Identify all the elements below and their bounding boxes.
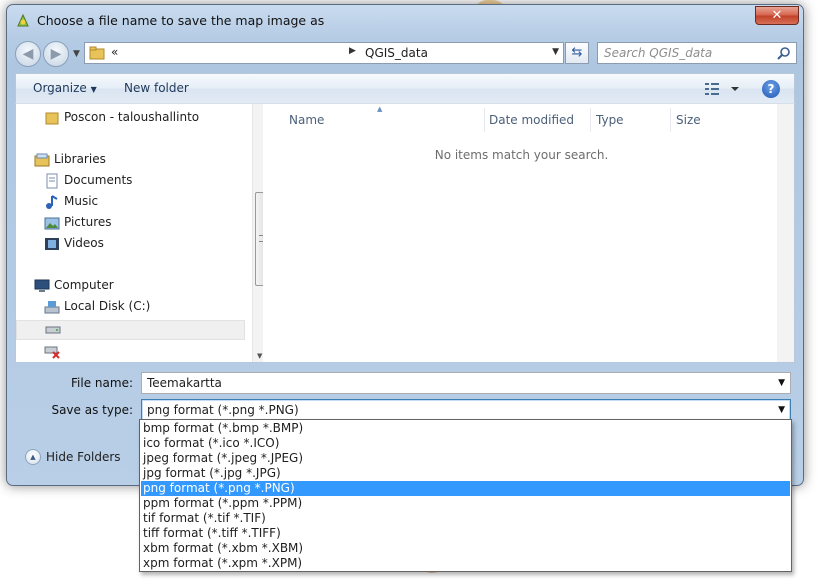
command-bar: Organize ▼ New folder ?: [15, 73, 795, 103]
back-button[interactable]: ◀: [15, 41, 41, 67]
drive-icon: [45, 326, 61, 334]
type-option-bmp[interactable]: bmp format (*.bmp *.BMP): [141, 421, 790, 436]
save-type-select[interactable]: png format (*.png *.PNG) ▼: [141, 399, 791, 421]
address-overflow-chevron[interactable]: «: [111, 45, 118, 59]
pictures-icon: [44, 217, 60, 230]
collapse-up-icon: ▲: [25, 449, 41, 465]
file-list-scrollbar[interactable]: [777, 104, 794, 362]
computer-icon: [34, 279, 50, 292]
breadcrumb-current-folder[interactable]: QGIS_data: [365, 46, 428, 60]
file-name-input[interactable]: Teemakartta ▼: [141, 372, 791, 394]
file-list: ▲ Name Date modified Type Size No items …: [271, 104, 794, 362]
column-header-date-modified[interactable]: Date modified: [489, 113, 574, 127]
chevron-down-icon[interactable]: ▼: [778, 378, 785, 388]
folder-icon: [45, 112, 59, 125]
column-header-type[interactable]: Type: [596, 113, 624, 127]
disconnected-drive-icon: [44, 346, 60, 359]
recent-pages-dropdown-icon[interactable]: ▼: [73, 49, 80, 59]
organize-menu-button[interactable]: Organize ▼: [33, 81, 97, 95]
column-divider[interactable]: [484, 108, 485, 132]
column-divider[interactable]: [670, 108, 671, 132]
nav-item-label: Music: [64, 194, 99, 208]
close-button[interactable]: ✕: [755, 6, 799, 25]
type-option-png[interactable]: png format (*.png *.PNG): [141, 481, 790, 496]
address-dropdown-icon[interactable]: ▼: [552, 47, 559, 57]
sort-ascending-icon: ▲: [377, 105, 383, 113]
type-option-ico[interactable]: ico format (*.ico *.ICO): [141, 436, 790, 451]
search-input[interactable]: Search QGIS_data: [597, 42, 797, 64]
navigation-row: ◀ ▶ ▼ « ▶ QGIS_data ▼ ⇆ Search QGIS_data: [7, 39, 803, 69]
column-divider[interactable]: [590, 108, 591, 132]
type-option-xpm[interactable]: xpm format (*.xpm *.XPM): [141, 556, 790, 571]
music-icon: [46, 195, 58, 209]
nav-item-label: Videos: [64, 236, 104, 250]
scroll-down-icon[interactable]: ▼: [257, 352, 262, 360]
save-type-dropdown-list: bmp format (*.bmp *.BMP) ico format (*.i…: [139, 419, 792, 572]
breadcrumb-separator-icon[interactable]: ▶: [349, 46, 356, 56]
file-name-value: Teemakartta: [147, 376, 222, 390]
column-header-name[interactable]: Name: [289, 113, 324, 127]
scrollbar-thumb[interactable]: [255, 192, 263, 286]
history-buttons: ◀ ▶ ▼: [15, 41, 80, 67]
nav-item-label: Computer: [54, 278, 114, 292]
hide-folders-label: Hide Folders: [46, 450, 121, 464]
organize-label: Organize: [33, 81, 87, 95]
save-type-label: Save as type:: [51, 403, 133, 417]
folder-icon: [89, 46, 105, 60]
grip-icon: [259, 235, 263, 242]
nav-item-label: Poscon - taloushallinto: [64, 110, 200, 124]
help-button[interactable]: ?: [762, 80, 780, 98]
nav-item-label: Local Disk (C:): [64, 299, 151, 313]
nav-item-label: Libraries: [54, 152, 106, 166]
type-option-tif[interactable]: tif format (*.tif *.TIF): [141, 511, 790, 526]
videos-icon: [45, 238, 59, 250]
save-dialog: Choose a file name to save the map image…: [6, 4, 804, 486]
type-option-jpg[interactable]: jpg format (*.jpg *.JPG): [141, 466, 790, 481]
new-folder-button[interactable]: New folder: [124, 81, 189, 95]
empty-message: No items match your search.: [434, 148, 609, 162]
search-placeholder: Search QGIS_data: [604, 46, 713, 60]
refresh-button[interactable]: ⇆: [565, 42, 589, 64]
navigation-scrollbar[interactable]: ▼: [252, 104, 263, 362]
address-bar[interactable]: « ▶ QGIS_data ▼: [84, 42, 564, 64]
local-disk-icon: [44, 301, 60, 314]
documents-icon: [46, 173, 58, 189]
nav-item-label: Pictures: [64, 215, 112, 229]
title-bar: Choose a file name to save the map image…: [7, 5, 803, 35]
qgis-app-icon: [17, 13, 29, 27]
navigation-pane: Poscon - taloushallinto Libraries Docume…: [16, 104, 263, 362]
chevron-down-icon: ▼: [90, 85, 97, 94]
search-icon[interactable]: [777, 46, 791, 60]
nav-item-drive-selected[interactable]: [16, 320, 245, 340]
libraries-icon: [34, 153, 50, 167]
column-header-size[interactable]: Size: [676, 113, 701, 127]
chevron-down-icon[interactable]: ▼: [778, 405, 785, 415]
file-name-label: File name:: [71, 376, 133, 390]
type-option-jpeg[interactable]: jpeg format (*.jpeg *.JPEG): [141, 451, 790, 466]
forward-button[interactable]: ▶: [43, 41, 69, 67]
type-option-ppm[interactable]: ppm format (*.ppm *.PPM): [141, 496, 790, 511]
browser-area: Poscon - taloushallinto Libraries Docume…: [15, 103, 795, 363]
type-option-tiff[interactable]: tiff format (*.tiff *.TIFF): [141, 526, 790, 541]
change-view-icon[interactable]: [704, 80, 744, 98]
nav-item-label: Documents: [64, 173, 133, 187]
type-option-xbm[interactable]: xbm format (*.xbm *.XBM): [141, 541, 790, 556]
save-type-value: png format (*.png *.PNG): [147, 403, 299, 417]
dialog-title: Choose a file name to save the map image…: [37, 13, 325, 28]
